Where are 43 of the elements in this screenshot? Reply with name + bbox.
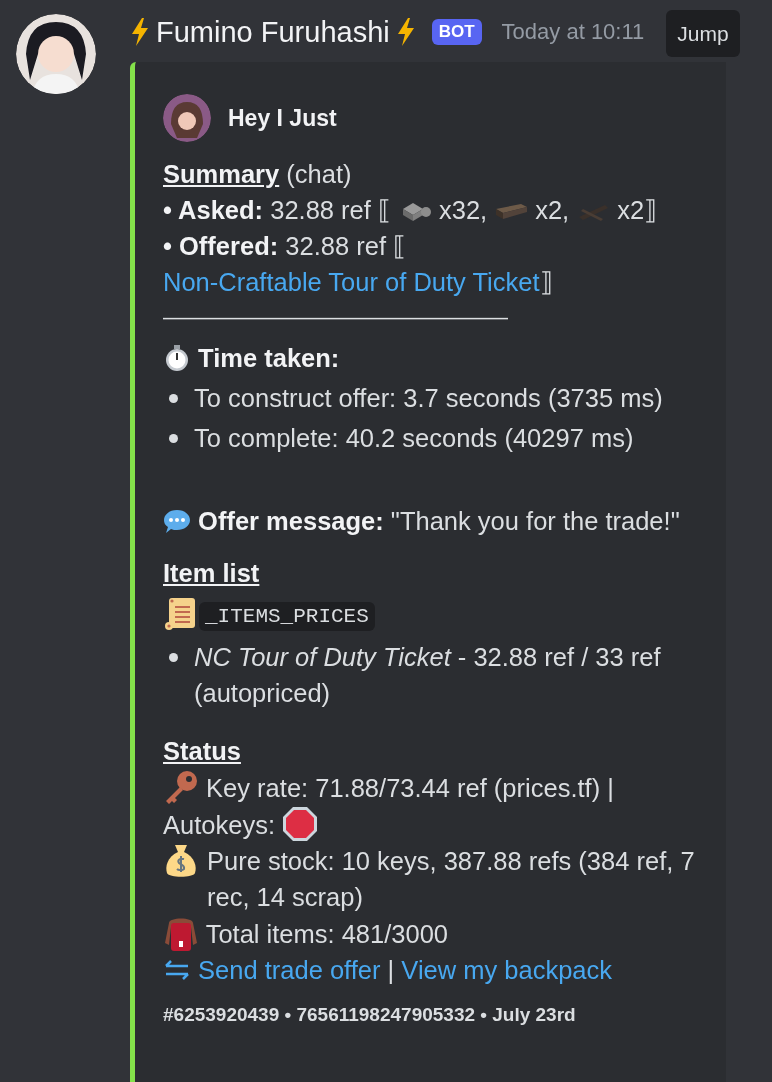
stop-sign-icon bbox=[282, 806, 319, 842]
list-item: To construct offer: 3.7 seconds (3735 ms) bbox=[194, 383, 663, 414]
time-heading: Time taken: bbox=[198, 344, 340, 372]
code-snippet: _ITEMS_PRICES bbox=[199, 602, 375, 631]
summary-note: (chat) bbox=[286, 160, 352, 188]
backpack-link[interactable]: View my backpack bbox=[401, 956, 613, 984]
trade-link[interactable]: Send trade offer bbox=[198, 956, 381, 984]
stopwatch-icon bbox=[163, 344, 191, 372]
asked-text: • Asked: 32.88 ref ⟦ bbox=[163, 196, 391, 224]
bullet-dot bbox=[169, 653, 178, 662]
author-avatar bbox=[163, 94, 211, 142]
embed-author: Hey I Just bbox=[228, 104, 337, 132]
timestamp: Today at 10:11 bbox=[501, 19, 645, 45]
key-rate-text: Key rate: 71.88/73.44 ref (prices.tf) | bbox=[206, 774, 614, 802]
offered-text: • Offered: 32.88 ref ⟦ bbox=[163, 231, 407, 262]
jump-button[interactable]: Jump bbox=[666, 10, 740, 57]
item-count: x32, bbox=[438, 196, 488, 224]
offer-message: Offer message: "Thank you for the trade!" bbox=[198, 507, 680, 535]
bracket: ⟧ bbox=[539, 267, 553, 298]
bracket: ⟧ bbox=[644, 196, 658, 224]
item-count: x2 bbox=[617, 196, 645, 224]
lightning-icon bbox=[130, 18, 150, 46]
speech-bubble-icon bbox=[163, 507, 191, 535]
item-link[interactable]: Non-Craftable Tour of Duty Ticket bbox=[163, 264, 540, 300]
summary-heading: Summary bbox=[163, 160, 280, 188]
list-item: To complete: 40.2 seconds (40297 ms) bbox=[194, 423, 634, 454]
separator: | bbox=[387, 956, 395, 984]
pure-stock-text: Pure stock: 10 keys, 387.88 refs (384 ref, 7 rec, 14 scrap) bbox=[207, 846, 696, 913]
avatar[interactable] bbox=[16, 14, 96, 94]
money-bag-icon bbox=[163, 843, 199, 879]
item-count: x2, bbox=[535, 196, 570, 224]
username[interactable]: Fumino Furuhashi bbox=[156, 15, 390, 49]
list-item: NC Tour of Duty Ticket - 32.88 ref / 33 ref (autopriced) bbox=[194, 642, 662, 709]
lightning-icon bbox=[395, 18, 416, 46]
bot-badge: BOT bbox=[431, 19, 482, 45]
total-items-text: Total items: 481/3000 bbox=[205, 920, 449, 948]
autokeys-label: Autokeys: bbox=[163, 811, 275, 839]
bullet-dot bbox=[169, 394, 178, 403]
embed-footer: #6253920439 • 76561198247905332 • July 23rd bbox=[163, 1004, 706, 1026]
bullet-dot bbox=[169, 434, 178, 443]
item-list-heading: Item list bbox=[163, 559, 260, 587]
divider-text: ——————————————————————— bbox=[163, 308, 509, 328]
status-heading: Status bbox=[163, 737, 241, 765]
